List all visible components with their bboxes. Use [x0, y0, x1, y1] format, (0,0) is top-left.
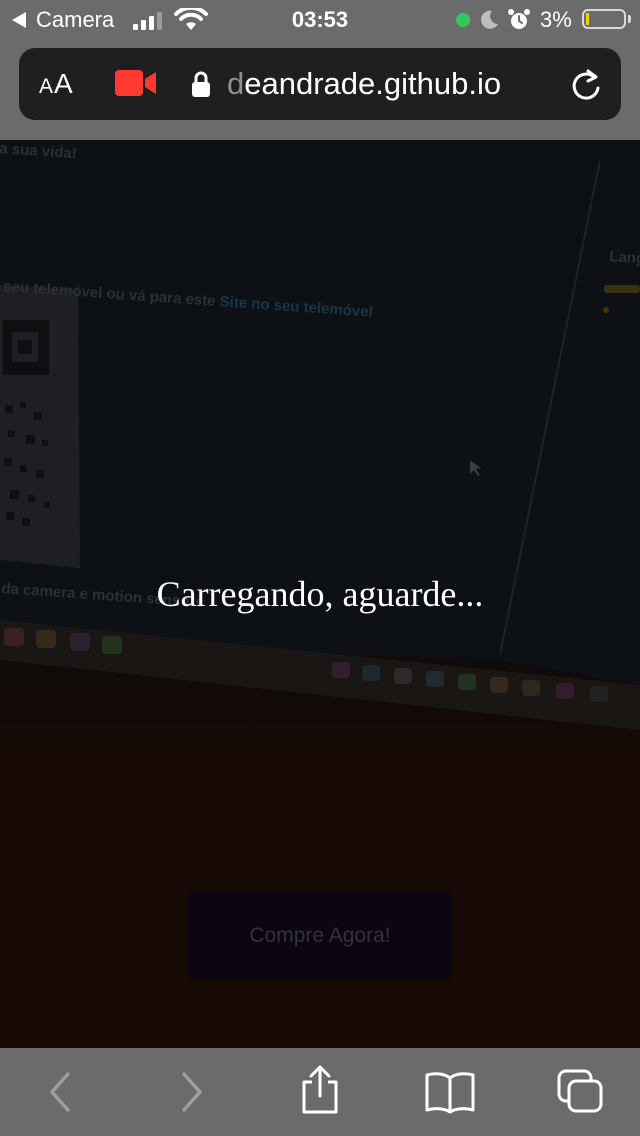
share-icon[interactable]	[298, 1064, 342, 1116]
battery-icon	[582, 9, 626, 29]
battery-cap	[628, 15, 631, 23]
reload-icon[interactable]	[569, 68, 603, 102]
text-size-large-a: A	[54, 68, 74, 99]
alarm-icon	[508, 9, 530, 29]
battery-percent: 3%	[540, 7, 572, 32]
battery-level-fill	[586, 13, 589, 25]
forward-chevron-icon[interactable]	[172, 1068, 212, 1116]
text-size-small-a: A	[39, 75, 55, 98]
url-faded-prefix: d	[227, 66, 245, 101]
web-page-content: seu telemóvel ou vá para este Site no se…	[0, 140, 640, 1048]
bookmarks-icon[interactable]	[424, 1070, 476, 1114]
tabs-icon[interactable]	[556, 1068, 606, 1116]
address-bar[interactable]: AA deandrade.github.io	[19, 48, 621, 120]
buy-now-button[interactable]: Compre Agora!	[188, 892, 452, 980]
browser-top-chrome: AA deandrade.github.io	[0, 40, 640, 140]
browser-bottom-toolbar	[0, 1048, 640, 1136]
url-domain: eandrade.github.io	[244, 66, 502, 101]
status-bar: Camera 03:53 3%	[0, 0, 640, 40]
moon-icon	[481, 10, 498, 29]
browser-screen: Camera 03:53 3% AA deandrade.github.io s…	[0, 0, 640, 1136]
back-chevron-icon[interactable]	[40, 1068, 80, 1116]
camera-feed-text-line4: Lang	[608, 248, 640, 268]
text-size-button[interactable]: AA	[39, 68, 74, 103]
video-camera-icon[interactable]	[115, 70, 157, 96]
camera-in-use-dot-icon	[456, 13, 470, 27]
lock-icon	[192, 71, 210, 97]
url-text[interactable]: deandrade.github.io	[227, 66, 501, 102]
loading-message: Carregando, aguarde...	[156, 574, 484, 614]
